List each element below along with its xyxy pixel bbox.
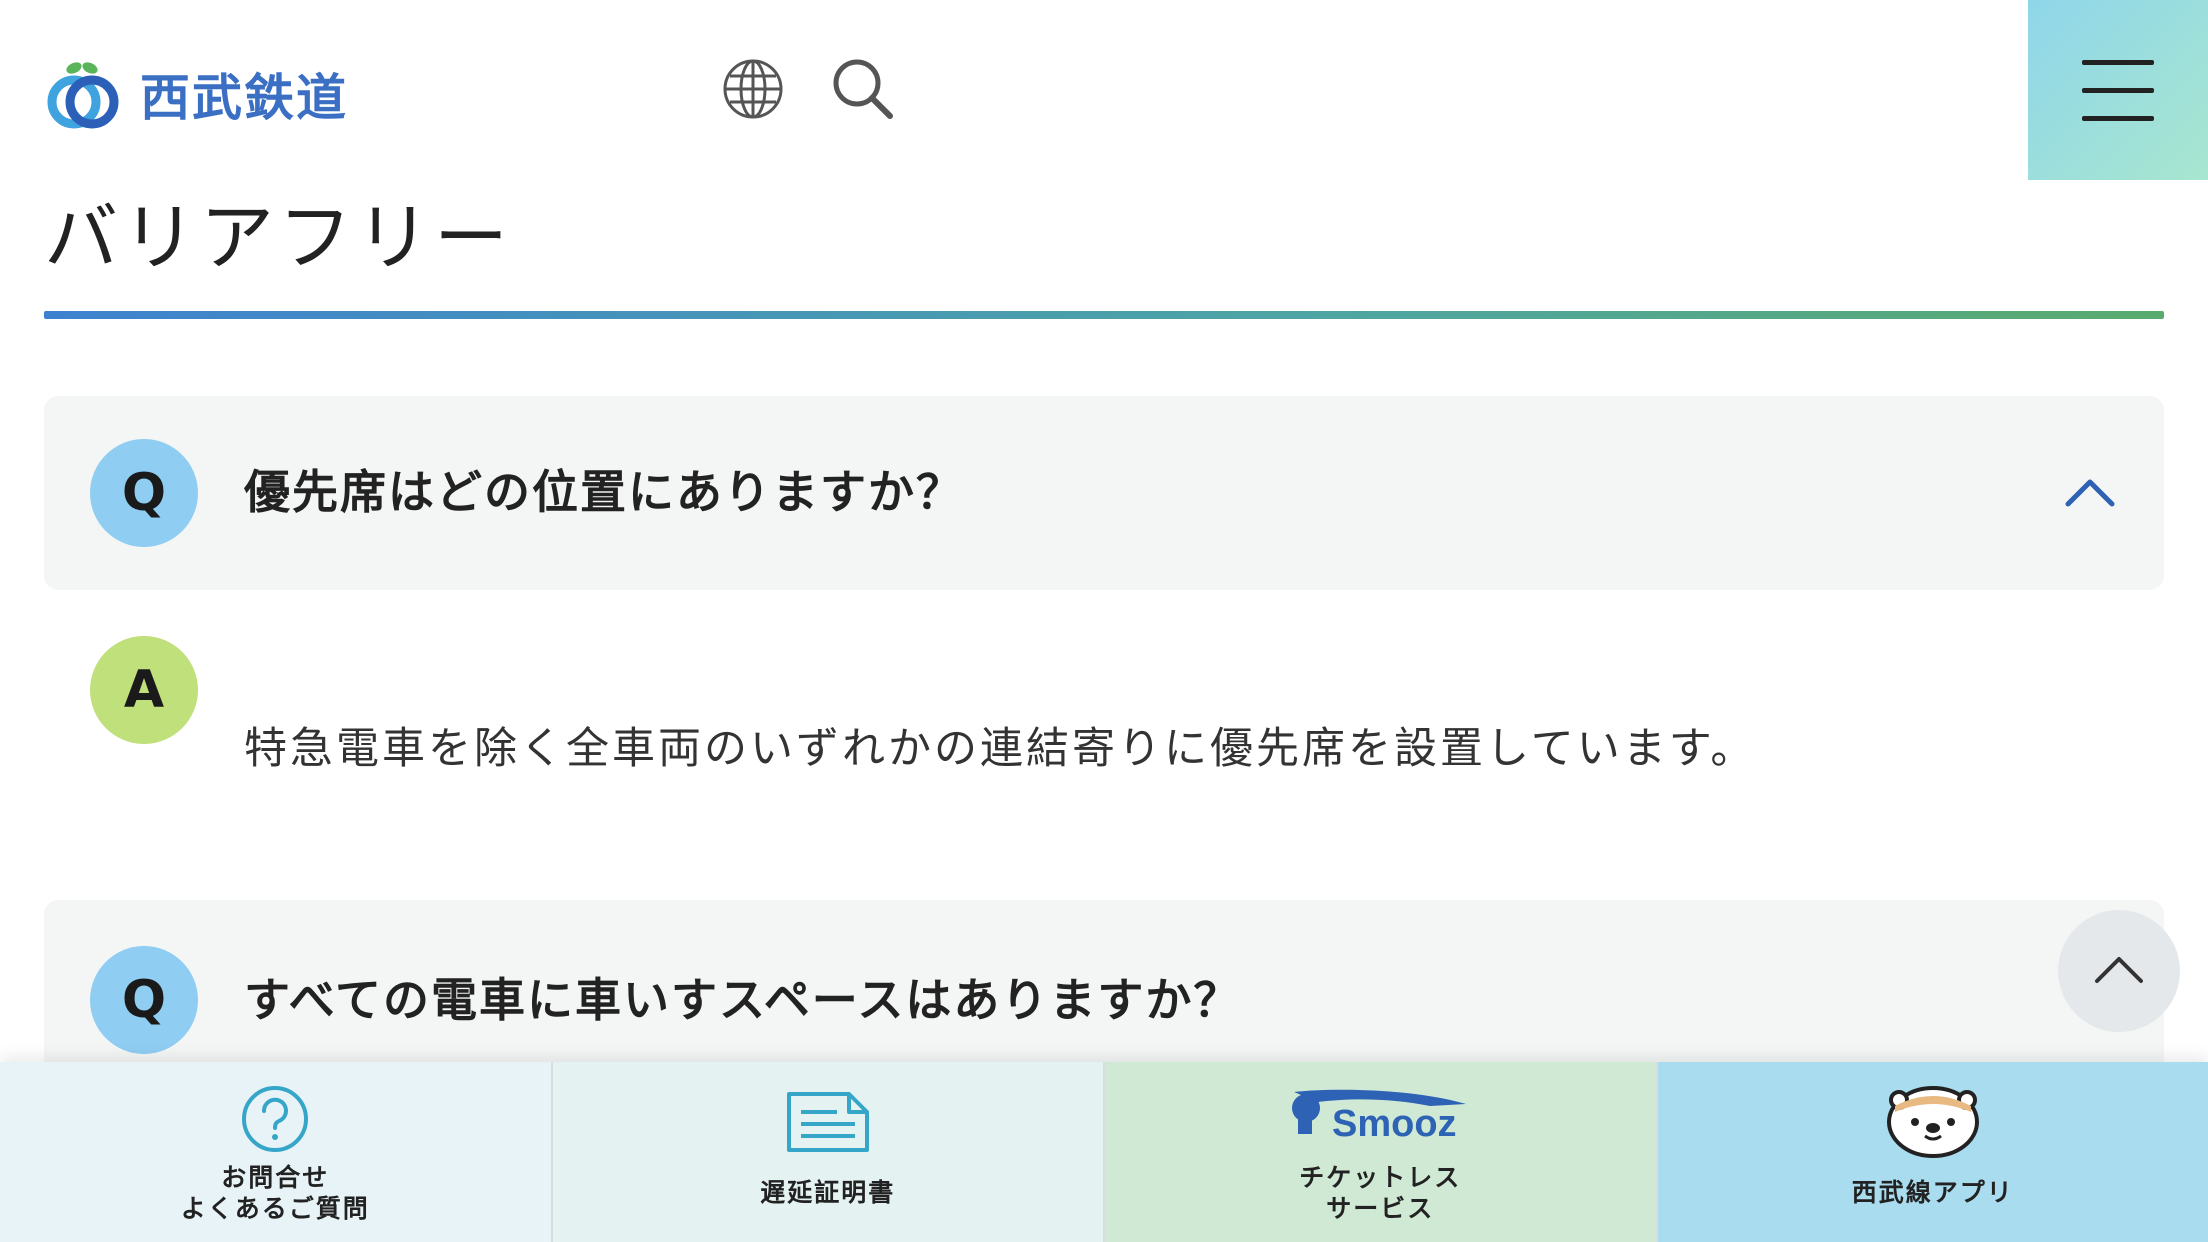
a-badge: A — [90, 636, 198, 744]
nav-label: チケットレス サービス — [1299, 1163, 1462, 1223]
logo-mark-icon — [47, 62, 119, 129]
nav-ticketless-service[interactable]: Smooz チケットレス サービス — [1105, 1062, 1658, 1242]
globe-icon[interactable] — [720, 56, 786, 122]
search-icon[interactable] — [830, 56, 896, 122]
svg-text:Smooz: Smooz — [1332, 1103, 1457, 1142]
back-to-top-button[interactable] — [2058, 910, 2180, 1032]
faq-answer-1: A 特急電車を除く全車両のいずれかの連結寄りに優先席を設置しています。 — [44, 636, 2164, 816]
hamburger-menu-button[interactable] — [2028, 0, 2208, 180]
chevron-up-icon — [2095, 957, 2143, 983]
otter-mascot-icon — [1886, 1086, 1979, 1158]
nav-label: 西武線アプリ — [1851, 1178, 2014, 1207]
hamburger-menu-icon — [2082, 60, 2154, 65]
nav-label: 遅延証明書 — [760, 1178, 896, 1207]
nav-contact-faq[interactable]: お問合せ よくあるご質問 — [0, 1062, 553, 1242]
q-badge: Q — [90, 439, 198, 547]
hamburger-line — [2082, 88, 2154, 93]
logo-text: 西武鉄道 — [140, 69, 348, 127]
faq-question-1[interactable]: Q 優先席はどの位置にありますか？ — [44, 396, 2164, 590]
smooz-logo: Smooz — [1292, 1089, 1467, 1142]
nav-delay-certificate[interactable]: 遅延証明書 — [552, 1062, 1105, 1242]
title-divider — [44, 311, 2164, 319]
nav-seibu-app[interactable]: 西武線アプリ — [1657, 1062, 2208, 1242]
hamburger-line — [2082, 116, 2154, 121]
page-title: バリアフリー — [44, 195, 512, 281]
seibu-logo[interactable]: 西武鉄道 — [44, 52, 348, 136]
faq-question-text: 優先席はどの位置にありますか？ — [244, 465, 964, 519]
faq-answer-text: 特急電車を除く全車両のいずれかの連結寄りに優先席を設置しています。 — [244, 724, 1757, 774]
nav-label: お問合せ よくあるご質問 — [180, 1163, 370, 1223]
q-badge: Q — [90, 946, 198, 1054]
document-icon — [786, 1092, 869, 1152]
bottom-nav: お問合せ よくあるご質問 遅延証明書 Smooz チケットレス サービス 西武線… — [0, 1062, 2208, 1242]
chevron-up-icon[interactable] — [2062, 466, 2118, 522]
site-header: 西武鉄道 — [0, 0, 2208, 180]
question-circle-icon — [242, 1086, 309, 1152]
faq-question-text: すべての電車に車いすスペースはありますか？ — [244, 973, 1242, 1027]
